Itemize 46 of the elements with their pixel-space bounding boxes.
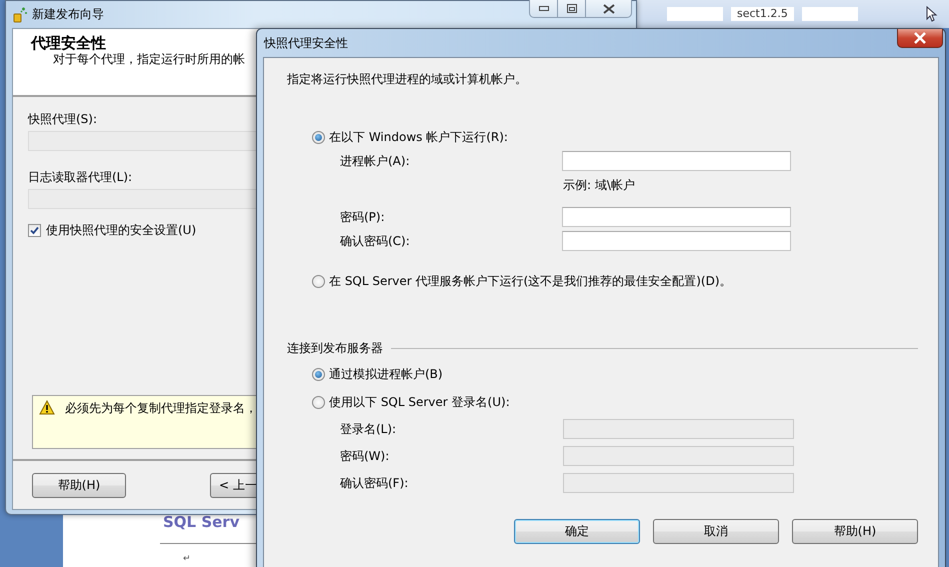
field-label: 日志读取器代理(L): [28, 169, 132, 185]
close-icon [913, 32, 927, 44]
field-label: 快照代理(S): [28, 111, 98, 127]
radio-label: 使用以下 SQL Server 登录名(U): [329, 394, 510, 410]
ribbon-field[interactable]: sect1.2.5 [731, 7, 794, 21]
radio-label: 在 SQL Server 代理服务帐户下运行(这不是我们推荐的最佳安全配置)(D)。 [329, 272, 732, 290]
radio-label: 通过模拟进程帐户(B) [329, 366, 443, 382]
maximize-icon [566, 4, 576, 13]
field-label: 确认密码(F): [340, 474, 410, 492]
ribbon-field[interactable] [802, 7, 858, 21]
field-label: 进程帐户(A): [340, 152, 411, 170]
input-field[interactable] [562, 207, 791, 227]
minimize-icon [538, 6, 548, 12]
dialog-title: 快照代理安全性 [264, 34, 348, 52]
field-label: 登录名(L): [340, 420, 398, 438]
field-label: 密码(W): [340, 448, 390, 464]
radio-button[interactable] [312, 396, 325, 408]
close-button[interactable] [897, 29, 943, 48]
window-title: 新建发布向导 [32, 6, 104, 23]
input-field[interactable] [562, 151, 791, 171]
document-heading: SQL Serv [163, 514, 240, 530]
input-field[interactable] [562, 231, 791, 251]
pointer-icon[interactable] [926, 6, 938, 22]
radio-button[interactable] [312, 130, 325, 144]
radio-label: 在以下 Windows 帐户下运行(R): [329, 128, 508, 146]
dialog-button[interactable]: 取消 [653, 519, 779, 544]
ribbon-field[interactable] [667, 7, 723, 21]
wizard-button[interactable]: 帮助(H) [32, 472, 126, 498]
checkbox-label: 使用快照代理的安全设置(U) [46, 222, 196, 239]
field-hint: 示例: 域\帐户 [563, 176, 635, 194]
close-icon [602, 4, 614, 14]
checkbox[interactable] [28, 224, 41, 237]
field-label: 密码(P): [340, 208, 386, 226]
wizard-icon [12, 6, 28, 22]
dialog-description: 指定将运行快照代理进程的域或计算机帐户。 [287, 71, 528, 87]
dialog-button[interactable]: 帮助(H) [792, 519, 918, 544]
field-label: 确认密码(C): [340, 232, 411, 250]
warning-icon [39, 400, 55, 415]
page-subtitle: 对于每个代理，指定运行时所用的帐 [52, 52, 245, 66]
group-heading: 连接到发布服务器 [287, 340, 383, 356]
dialog-button[interactable]: 确定 [514, 519, 640, 544]
warning-message: 必须先为每个复制代理指定登录名， [65, 400, 257, 416]
radio-button[interactable] [312, 274, 325, 288]
paragraph-mark: ↵ [183, 554, 191, 564]
radio-button[interactable] [312, 368, 325, 380]
page-heading: 代理安全性 [31, 35, 106, 52]
